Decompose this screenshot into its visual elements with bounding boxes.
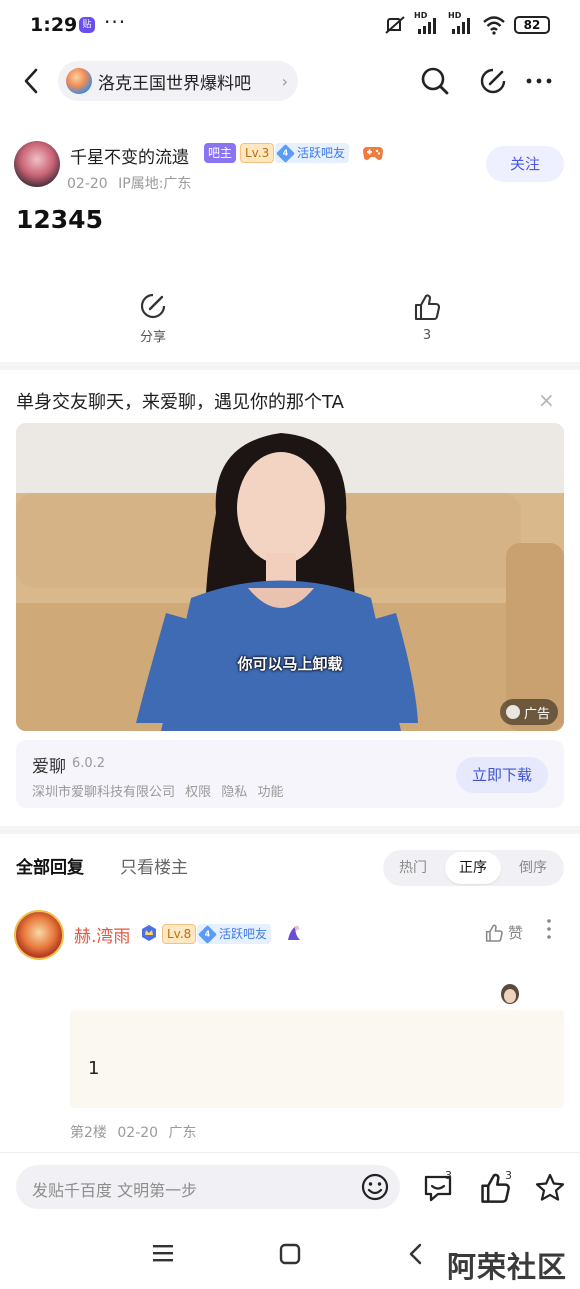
- share-icon: [140, 293, 166, 319]
- reply-like-button[interactable]: 赞: [484, 922, 523, 943]
- diamond-icon: 4: [198, 924, 217, 944]
- battery-indicator: 82: [514, 16, 550, 34]
- reply-like-label: 赞: [508, 924, 524, 942]
- thumbs-up-icon: [485, 924, 503, 942]
- compose-input[interactable]: 发贴千百度 文明第一步: [16, 1165, 400, 1209]
- active-label: 活跃吧友: [297, 146, 346, 160]
- author-avatar[interactable]: [14, 141, 60, 187]
- ad-app-info: 深圳市爱聊科技有限公司 权限 隐私 功能: [32, 781, 283, 800]
- ad-tag-icon: [505, 705, 520, 719]
- watermark: 阿荣社区: [447, 1250, 568, 1284]
- post-date: 02-20: [67, 176, 108, 192]
- post-like-button[interactable]: 3: [387, 292, 467, 343]
- download-button[interactable]: 立即下载: [456, 757, 548, 793]
- more-notifications-icon: ···: [104, 10, 127, 34]
- reply-date: 02-20: [117, 1125, 159, 1141]
- reply-text: 1: [88, 1058, 100, 1079]
- status-time: 1:29: [30, 14, 78, 36]
- reply-level-badge: Lv.8: [162, 924, 197, 944]
- sort-hot[interactable]: 热门: [385, 850, 441, 886]
- close-icon[interactable]: ×: [538, 388, 555, 412]
- follow-button[interactable]: 关注: [486, 146, 564, 182]
- ad-tag[interactable]: 广告: [499, 699, 558, 725]
- sort-toggle: 热门 正序 倒序: [383, 850, 564, 886]
- reply-active-level: 4: [204, 929, 211, 939]
- system-back-icon[interactable]: [407, 1242, 423, 1266]
- baidu-tieba-icon: 贴: [79, 17, 95, 33]
- post-meta: 02-20 IP属地:广东: [67, 173, 191, 193]
- wifi-icon: [483, 16, 505, 35]
- post-ip-location: IP属地:广东: [118, 176, 192, 192]
- ad-video-caption: 你可以马上卸载: [237, 655, 343, 673]
- forum-avatar: [66, 68, 92, 94]
- nav-bar: 洛克王国世界爆料吧 ›: [0, 52, 580, 110]
- post-like-count: 3: [422, 328, 432, 343]
- author-name[interactable]: 千星不变的流遗: [70, 143, 189, 168]
- reply-author-name[interactable]: 赫.湾雨: [74, 922, 130, 947]
- vip-crown-icon: [142, 925, 156, 941]
- signal-icon-1: HD: [414, 11, 440, 35]
- section-divider: [0, 362, 580, 370]
- reply-content-box: 1: [70, 1010, 564, 1108]
- ad-tag-label: 广告: [523, 706, 550, 722]
- tab-host-only[interactable]: 只看楼主: [120, 853, 188, 878]
- share-button[interactable]: 分享: [113, 292, 193, 345]
- tab-all-replies[interactable]: 全部回复: [16, 853, 84, 878]
- reply-location: 广东: [168, 1125, 197, 1141]
- thumbs-up-icon: [414, 294, 441, 321]
- sort-descending[interactable]: 倒序: [505, 850, 561, 886]
- status-indicators: HD HD 82: [384, 11, 550, 35]
- bottom-bar: 发贴千百度 文明第一步 3 3: [0, 1152, 580, 1222]
- gamepad-icon: [363, 147, 383, 160]
- ad-photo: [16, 423, 564, 731]
- ad-features-link[interactable]: 功能: [257, 785, 283, 800]
- back-arrow-icon: [24, 68, 38, 94]
- active-level-number: 4: [282, 148, 289, 158]
- ad-image[interactable]: 你可以马上卸载 广告: [16, 423, 564, 731]
- bottom-like-count: 3: [505, 1169, 512, 1182]
- reply-avatar[interactable]: [14, 910, 64, 960]
- emoji-icon[interactable]: [360, 1172, 390, 1202]
- forum-name: 洛克王国世界爆料吧: [98, 73, 251, 94]
- compose-placeholder: 发贴千百度 文明第一步: [32, 1181, 198, 1200]
- active-member-badge: 4 活跃吧友: [275, 143, 350, 163]
- comment-count: 3: [445, 1169, 452, 1182]
- post-content: 12345: [16, 205, 103, 234]
- more-vertical-icon[interactable]: [544, 918, 554, 940]
- sort-ascending[interactable]: 正序: [445, 852, 501, 884]
- ad-app-name: 爱聊: [32, 757, 66, 777]
- back-button[interactable]: [16, 64, 46, 98]
- edit-icon: [480, 68, 506, 94]
- search-button[interactable]: [419, 65, 451, 97]
- ad-permissions-link[interactable]: 权限: [185, 785, 211, 800]
- chevron-right-icon: ›: [281, 71, 288, 91]
- status-bar: 1:29 贴 ··· HD HD 82: [0, 0, 580, 52]
- section-divider: [0, 826, 580, 834]
- signal-icon-2: HD: [448, 11, 474, 35]
- menu-icon[interactable]: [152, 1243, 174, 1263]
- ad-app-version: 6.0.2: [72, 756, 106, 771]
- ad-privacy-link[interactable]: 隐私: [221, 785, 247, 800]
- reply-active-label: 活跃吧友: [219, 927, 268, 941]
- mute-vibrate-icon: [385, 16, 405, 34]
- more-button[interactable]: [523, 65, 555, 97]
- edit-button[interactable]: [477, 65, 509, 97]
- diamond-icon: 4: [276, 143, 295, 163]
- more-icon: [526, 78, 552, 84]
- reply-floor: 第2楼: [70, 1125, 107, 1141]
- forum-link[interactable]: 洛克王国世界爆料吧 ›: [58, 61, 298, 101]
- home-icon[interactable]: [279, 1243, 301, 1265]
- star-icon[interactable]: [533, 1171, 567, 1205]
- search-icon: [421, 67, 449, 95]
- reply-active-badge: 4 活跃吧友: [197, 924, 272, 944]
- reply-meta: 第2楼 02-20 广东: [70, 1122, 197, 1142]
- share-label: 分享: [139, 330, 166, 345]
- fairy-icon: [288, 925, 300, 940]
- ad-app-card[interactable]: 爱聊 6.0.2 深圳市爱聊科技有限公司 权限 隐私 功能 立即下载: [16, 740, 564, 808]
- ad-company: 深圳市爱聊科技有限公司: [32, 785, 176, 800]
- ad-title[interactable]: 单身交友聊天，来爱聊，遇见你的那个TA: [16, 388, 344, 414]
- level-badge: Lv.3: [240, 143, 275, 163]
- admin-badge: 吧主: [204, 143, 237, 163]
